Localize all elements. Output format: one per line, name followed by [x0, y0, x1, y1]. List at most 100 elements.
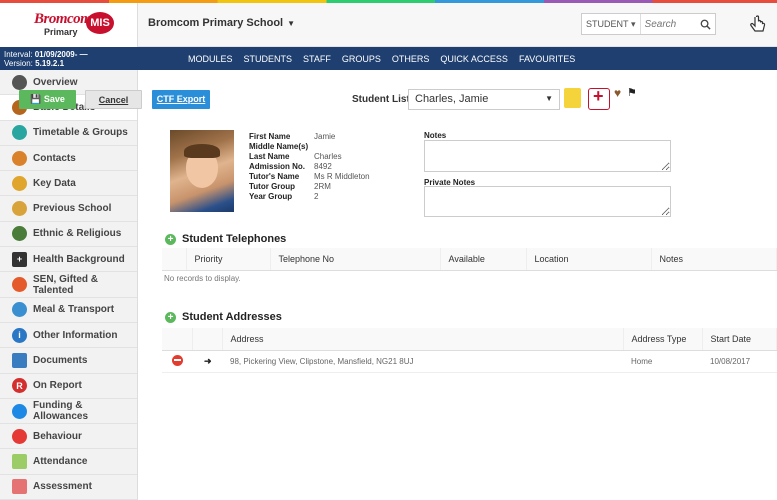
- overview-icon: [12, 74, 27, 90]
- contacts-icon: [12, 150, 27, 166]
- interval-value: 01/09/2009- —: [34, 50, 88, 59]
- timetable-icon: [12, 125, 27, 141]
- sidebar-item-behaviour[interactable]: Behaviour: [0, 424, 137, 450]
- col-start-date[interactable]: Start Date: [702, 328, 777, 351]
- session-info: Interval: 01/09/2009- — Version: 5.19.2.…: [0, 47, 138, 70]
- add-address-icon[interactable]: +: [165, 311, 176, 323]
- sidebar-item-previous-school[interactable]: Previous School: [0, 196, 137, 222]
- nav-others[interactable]: OTHERS: [392, 54, 430, 64]
- search-scope-dropdown[interactable]: STUDENT ▾: [582, 14, 641, 34]
- hand-pointer-icon[interactable]: [748, 14, 768, 36]
- top-navigation: MODULES STUDENTS STAFF GROUPS OTHERS QUI…: [138, 47, 777, 70]
- telephones-empty: No records to display.: [164, 274, 241, 283]
- admission-label: Admission No.: [249, 162, 306, 171]
- medical-kit-icon[interactable]: [588, 86, 610, 110]
- sidebar-item-key-data[interactable]: Key Data: [0, 171, 137, 197]
- app-header: Bromcom Primary MIS Bromcom Primary Scho…: [0, 3, 777, 47]
- logo-badge: MIS: [86, 12, 114, 34]
- version-value: 5.19.2.1: [35, 59, 65, 68]
- tutor-name-value: Ms R Middleton: [314, 172, 370, 181]
- bromcom-logo[interactable]: Bromcom Primary MIS: [0, 3, 138, 47]
- col-telephone[interactable]: Telephone No: [270, 248, 441, 271]
- nav-groups[interactable]: GROUPS: [342, 54, 381, 64]
- table-row[interactable]: ➜ 98, Pickering View, Clipstone, Mansfie…: [162, 350, 777, 373]
- add-telephone-icon[interactable]: +: [165, 233, 176, 245]
- save-button[interactable]: 💾 Save: [19, 90, 76, 109]
- student-details: First Name Jamie Middle Name(s) Last Name…: [249, 132, 370, 202]
- start-date-cell: 10/08/2017: [702, 350, 777, 373]
- notes-textarea[interactable]: [424, 140, 671, 172]
- funding-icon: [12, 403, 27, 419]
- addresses-table: Address Address Type Start Date ➜ 98, Pi…: [162, 328, 777, 373]
- nav-favourites[interactable]: FAVOURITES: [519, 54, 575, 64]
- remove-address-icon[interactable]: [172, 354, 183, 366]
- tutor-group-value: 2RM: [314, 182, 331, 191]
- report-icon: R: [12, 378, 27, 394]
- year-group-label: Year Group: [249, 192, 293, 201]
- col-priority[interactable]: Priority: [186, 248, 271, 271]
- sidebar: Overview Basic Details Timetable & Group…: [0, 70, 138, 500]
- sidebar-item-health[interactable]: + Health Background: [0, 247, 137, 273]
- search-icon[interactable]: [695, 14, 715, 34]
- key-icon: [12, 175, 27, 191]
- sidebar-item-meal[interactable]: Meal & Transport: [0, 298, 137, 323]
- student-list-label: Student List:: [352, 94, 414, 105]
- address-type-cell: Home: [623, 350, 702, 373]
- school-selector[interactable]: Bromcom Primary School ▼: [148, 17, 295, 29]
- col-address-type[interactable]: Address Type: [623, 328, 703, 351]
- student-photo: [170, 130, 234, 212]
- global-search: STUDENT ▾: [581, 13, 716, 35]
- heart-icon[interactable]: ♥: [614, 86, 621, 100]
- col-location[interactable]: Location: [526, 248, 652, 271]
- logo-subtext: Primary: [44, 27, 78, 37]
- chevron-down-icon: ▼: [287, 19, 296, 28]
- admission-value: 8492: [314, 162, 332, 171]
- move-arrow-icon[interactable]: ➜: [204, 356, 212, 366]
- nav-students[interactable]: STUDENTS: [244, 54, 293, 64]
- sticky-note-icon[interactable]: [564, 88, 581, 108]
- sidebar-item-documents[interactable]: Documents: [0, 348, 137, 374]
- private-notes-textarea[interactable]: [424, 186, 671, 217]
- sidebar-item-contacts[interactable]: Contacts: [0, 146, 137, 172]
- telephones-table: Priority Telephone No Available Location…: [162, 248, 777, 271]
- sidebar-item-attendance[interactable]: Attendance: [0, 449, 137, 475]
- logo-text: Bromcom: [34, 11, 92, 27]
- telephones-section-header: + Student Telephones: [165, 233, 286, 245]
- addresses-title: Student Addresses: [182, 311, 282, 323]
- sidebar-item-other-info[interactable]: i Other Information: [0, 323, 137, 349]
- lifebuoy-icon: [12, 277, 27, 293]
- info-icon: i: [12, 327, 27, 343]
- sidebar-item-funding[interactable]: Funding & Allowances: [0, 399, 137, 425]
- col-address[interactable]: Address: [222, 328, 624, 351]
- sidebar-item-on-report[interactable]: R On Report: [0, 374, 137, 399]
- sidebar-item-timetable[interactable]: Timetable & Groups: [0, 121, 137, 146]
- first-name-value: Jamie: [314, 132, 336, 141]
- col-notes[interactable]: Notes: [651, 248, 777, 271]
- school-name: Bromcom Primary School: [148, 17, 284, 29]
- meal-icon: [12, 302, 27, 318]
- last-name-value: Charles: [314, 152, 342, 161]
- document-icon: [12, 352, 27, 368]
- col-available[interactable]: Available: [440, 248, 527, 271]
- assessment-icon: [12, 479, 27, 495]
- sidebar-item-ethnic[interactable]: Ethnic & Religious: [0, 222, 137, 248]
- notes-label: Notes: [424, 131, 447, 140]
- nav-quick-access[interactable]: QUICK ACCESS: [440, 54, 508, 64]
- flag-icon[interactable]: ⚑: [627, 86, 637, 99]
- behaviour-icon: [12, 428, 27, 444]
- student-list-select[interactable]: Charles, Jamie ▼: [408, 89, 560, 110]
- attendance-icon: [12, 454, 27, 470]
- ctf-export-button[interactable]: CTF Export: [152, 90, 210, 109]
- telephones-title: Student Telephones: [182, 233, 287, 245]
- sidebar-item-sen[interactable]: SEN, Gifted & Talented: [0, 272, 137, 298]
- nav-modules[interactable]: MODULES: [188, 54, 233, 64]
- cancel-button[interactable]: Cancel: [85, 90, 142, 109]
- sidebar-item-assessment[interactable]: Assessment: [0, 475, 137, 500]
- nav-staff[interactable]: STAFF: [303, 54, 331, 64]
- chevron-down-icon: ▼: [545, 94, 553, 103]
- addresses-section-header: + Student Addresses: [165, 311, 282, 323]
- first-name-label: First Name: [249, 132, 291, 141]
- globe-icon: [12, 226, 27, 242]
- middle-name-label: Middle Name(s): [249, 142, 309, 151]
- tutor-name-label: Tutor's Name: [249, 172, 300, 181]
